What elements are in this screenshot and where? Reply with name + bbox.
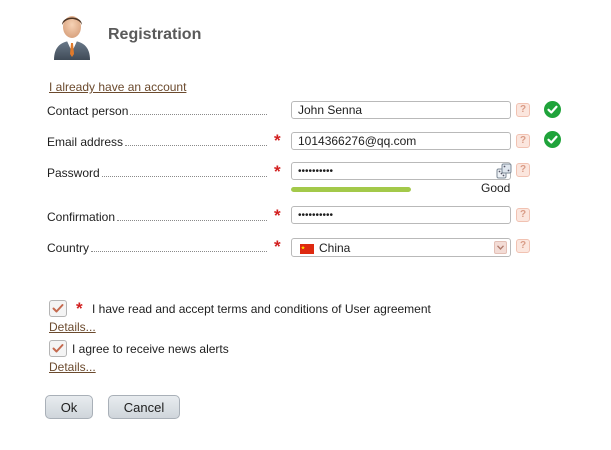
confirmation-help-icon[interactable]: ? [516, 208, 530, 222]
news-label: I agree to receive news alerts [72, 342, 229, 356]
contact-person-input[interactable] [291, 101, 511, 119]
email-label: Email address [47, 133, 267, 149]
already-have-account-link[interactable]: I already have an account [49, 80, 186, 94]
dice-icon[interactable] [496, 163, 512, 179]
contact-help-icon[interactable]: ? [516, 103, 530, 117]
check-icon [52, 304, 64, 313]
ok-button[interactable]: Ok [45, 395, 93, 419]
email-input[interactable] [291, 132, 511, 150]
user-avatar-icon [52, 10, 92, 60]
cancel-button[interactable]: Cancel [108, 395, 180, 419]
country-required-mark: * [274, 237, 281, 256]
terms-required-mark: * [76, 299, 83, 318]
check-icon [52, 344, 64, 353]
country-select[interactable]: China [291, 238, 511, 257]
password-label: Password [47, 164, 267, 180]
password-help-icon[interactable]: ? [516, 163, 530, 177]
terms-label: I have read and accept terms and conditi… [92, 302, 431, 316]
news-checkbox[interactable] [49, 340, 67, 357]
terms-checkbox[interactable] [49, 300, 67, 317]
contact-valid-check-icon [544, 101, 561, 118]
email-required-mark: * [274, 131, 281, 150]
chevron-down-icon[interactable] [494, 241, 507, 254]
password-input[interactable] [291, 162, 511, 180]
confirmation-input[interactable] [291, 206, 511, 224]
country-select-value: China [319, 240, 351, 255]
china-flag-icon [300, 243, 314, 254]
terms-details-link[interactable]: Details... [49, 320, 96, 334]
country-help-icon[interactable]: ? [516, 239, 530, 253]
country-label: Country [47, 239, 267, 255]
email-valid-check-icon [544, 131, 561, 148]
password-required-mark: * [274, 162, 281, 181]
page-title: Registration [108, 26, 202, 43]
confirmation-required-mark: * [274, 206, 281, 225]
news-details-link[interactable]: Details... [49, 360, 96, 374]
password-strength-bar [291, 187, 411, 192]
email-help-icon[interactable]: ? [516, 134, 530, 148]
contact-person-label: Contact person [47, 102, 267, 118]
password-strength-fill [291, 187, 411, 192]
password-strength-text: Good [481, 181, 511, 195]
confirmation-label: Confirmation [47, 208, 267, 224]
